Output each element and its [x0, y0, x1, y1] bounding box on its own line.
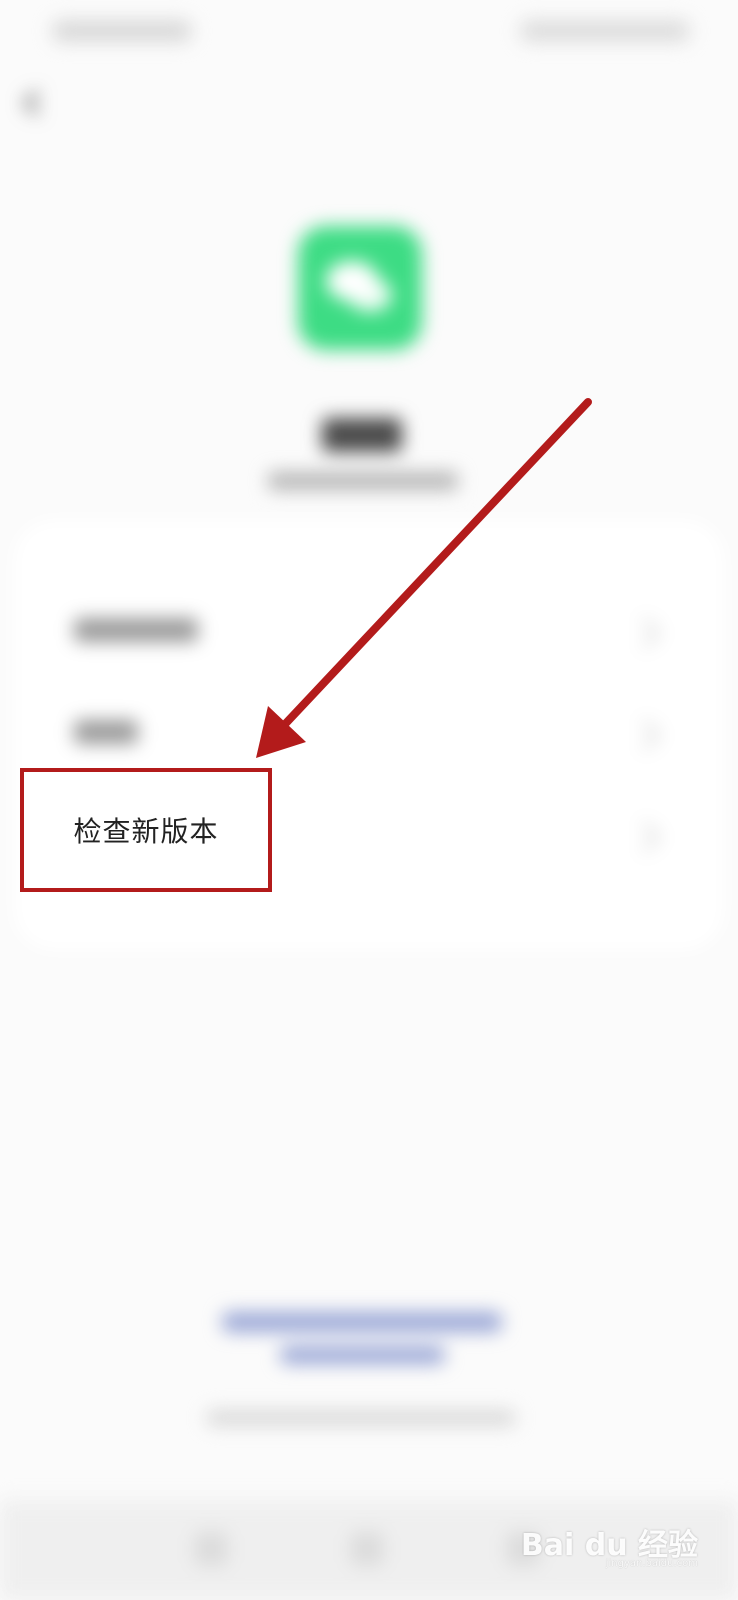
- app-version-text: [268, 472, 458, 490]
- chevron-right-icon: [629, 719, 661, 751]
- chevron-right-icon: [629, 617, 661, 649]
- status-bar-time: [52, 20, 192, 42]
- chat-bubbles-icon: [326, 261, 392, 312]
- baidu-watermark: Bai du 经验 jingyan.baidu.com: [521, 1520, 698, 1569]
- back-arrow-icon[interactable]: [18, 88, 48, 118]
- list-item-label: [74, 720, 138, 744]
- footer-link[interactable]: [280, 1346, 445, 1364]
- status-bar-indicators: [520, 20, 690, 42]
- footer-copyright: [206, 1410, 516, 1426]
- nav-menu-icon[interactable]: [194, 1532, 228, 1566]
- nav-home-icon[interactable]: [350, 1532, 384, 1566]
- footer-link[interactable]: [222, 1312, 502, 1332]
- app-name-text: [322, 418, 402, 452]
- watermark-url: jingyan.baidu.com: [605, 1558, 698, 1569]
- check-new-version-label: 检查新版本: [73, 815, 219, 848]
- list-item-label: [74, 618, 198, 642]
- check-new-version-item[interactable]: 检查新版本: [20, 768, 272, 892]
- chevron-right-icon: [629, 821, 661, 853]
- app-logo-icon: [298, 226, 422, 350]
